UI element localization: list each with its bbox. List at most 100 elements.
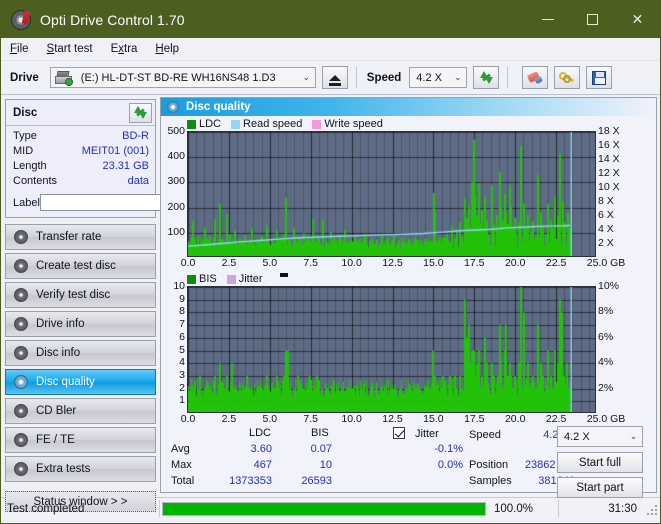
axis-tick: 22.5 [546, 257, 566, 269]
chevron-down-icon: ⌄ [449, 72, 466, 83]
stat-jitter-avg: -0.1% [371, 443, 463, 455]
axis-tick: 17.5 [464, 413, 484, 425]
content-area: Disc quality LDC Read speed Write speed [160, 95, 660, 497]
chart1-canvas [188, 132, 596, 257]
elapsed-time: 31:30 [559, 499, 643, 518]
axis-tick: 5.0 [262, 257, 277, 269]
menu-help[interactable]: Help [155, 40, 190, 58]
sidebar-item-transfer-rate[interactable]: Transfer rate [5, 224, 156, 250]
disc-icon [14, 404, 28, 418]
axis-tick: 10 X [598, 181, 620, 193]
chevron-down-icon: ⌄ [298, 72, 315, 83]
resize-grip[interactable] [645, 503, 657, 515]
sidebar-item-label: Transfer rate [36, 231, 101, 243]
axis-tick: 500 [167, 125, 185, 137]
sidebar-item-create-test-disc[interactable]: Create test disc [5, 253, 156, 279]
eject-button[interactable] [322, 66, 348, 89]
sidebar-item-drive-info[interactable]: Drive info [5, 311, 156, 337]
axis-tick: 10.0 [341, 413, 361, 425]
sidebar-item-cd-bler[interactable]: CD Bler [5, 398, 156, 424]
close-button[interactable]: ✕ [615, 1, 660, 38]
stat-jitter-max: 0.0% [371, 459, 463, 471]
disc-label-key: Label [13, 197, 40, 209]
drive-icon [55, 71, 72, 85]
axis-tick: 4% [598, 356, 613, 368]
minimize-button[interactable] [525, 1, 570, 38]
disc-label-row: Label [13, 193, 149, 212]
start-full-button[interactable]: Start full [557, 452, 643, 473]
stat-bis-avg: 0.07 [281, 443, 332, 455]
menu-file[interactable]: File [10, 40, 40, 58]
stat-bis-total: 26593 [275, 475, 332, 487]
axis-tick: 14 X [598, 153, 620, 165]
legend-marker-icon [280, 273, 288, 277]
progress-bar [162, 502, 486, 516]
disc-row-contents: Contents data [13, 174, 149, 189]
axis-tick: 17.5 [464, 257, 484, 269]
axis-tick: 5.0 [262, 413, 277, 425]
refresh-icon [479, 70, 494, 85]
disc-row-key: Contents [13, 174, 57, 189]
sidebar-item-disc-info[interactable]: Disc info [5, 340, 156, 366]
legend-swatch [187, 275, 196, 284]
key-button[interactable] [554, 66, 580, 89]
disc-row-length: Length 23.31 GB [13, 159, 149, 174]
axis-tick: 1 [179, 394, 185, 406]
statistics-panel: LDC BIS Avg Max Total 3.60 467 1373353 0… [161, 427, 656, 495]
disc-panel-header: Disc [6, 100, 155, 126]
disc-row-value: 23.31 GB [103, 159, 149, 174]
maximize-button[interactable] [570, 1, 615, 38]
jitter-checkbox[interactable] [393, 427, 405, 439]
refresh-drive-button[interactable] [473, 66, 499, 89]
legend-jitter: Jitter [227, 273, 263, 285]
axis-tick: 300 [167, 175, 185, 187]
stat-row-avg: Avg [171, 443, 190, 455]
chart1-x-axis: 0.02.55.07.510.012.515.017.520.022.525.0… [188, 257, 597, 271]
speed-stat-label: Speed [469, 429, 501, 441]
axis-tick: 18 X [598, 125, 620, 137]
sidebar-item-label: Create test disc [36, 260, 116, 272]
drive-select[interactable]: (E:) HL-DT-ST BD-RE WH16NS48 1.D3 ⌄ [50, 67, 316, 88]
axis-tick: 2 [179, 382, 185, 394]
stat-bis-max: 10 [281, 459, 332, 471]
axis-tick: 12 X [598, 167, 620, 179]
axis-tick: 2.5 [222, 257, 237, 269]
legend-swatch [312, 120, 321, 129]
disc-quality-icon [167, 101, 179, 113]
app-window: Opti Drive Control 1.70 ✕ File Start tes… [0, 0, 661, 524]
progress-percent: 100.0% [488, 499, 558, 518]
legend-swatch [231, 120, 240, 129]
disc-row-value: BD-R [122, 129, 149, 144]
menu-start-test[interactable]: Start test [47, 40, 104, 58]
eraser-icon [528, 72, 543, 84]
key-icon [559, 71, 575, 85]
disc-refresh-button[interactable] [129, 103, 152, 123]
toolbar-divider [356, 67, 357, 88]
test-speed-select[interactable]: 4.2 X ⌄ [557, 426, 643, 447]
axis-tick: 8% [598, 305, 613, 317]
sidebar: Disc Type BD-R MID MEIT01 (001) [1, 95, 160, 497]
disc-icon [14, 288, 28, 302]
menu-extra[interactable]: Extra [111, 40, 149, 58]
speed-select[interactable]: 4.2 X ⌄ [409, 67, 467, 88]
sidebar-item-disc-quality[interactable]: Disc quality [5, 369, 156, 395]
save-button[interactable] [586, 66, 612, 89]
axis-tick: 4 X [598, 223, 614, 235]
progress-fill [163, 503, 485, 515]
axis-tick: 2 X [598, 237, 614, 249]
disc-row-value: MEIT01 (001) [82, 144, 149, 159]
sidebar-item-fe-te[interactable]: FE / TE [5, 427, 156, 453]
legend-label: Jitter [239, 273, 263, 285]
chart1-legend: LDC Read speed Write speed [161, 116, 656, 131]
start-part-button[interactable]: Start part [557, 477, 643, 498]
sidebar-item-extra-tests[interactable]: Extra tests [5, 456, 156, 482]
legend-swatch [227, 275, 236, 284]
axis-tick: 6 [179, 331, 185, 343]
sidebar-item-verify-test-disc[interactable]: Verify test disc [5, 282, 156, 308]
disc-icon [14, 346, 28, 360]
axis-tick: 10 [173, 280, 185, 292]
axis-tick: 10.0 [341, 257, 361, 269]
axis-tick: 3 [179, 369, 185, 381]
erase-button[interactable] [522, 66, 548, 89]
chart2-y-axis-left: 12345678910 [161, 286, 187, 413]
